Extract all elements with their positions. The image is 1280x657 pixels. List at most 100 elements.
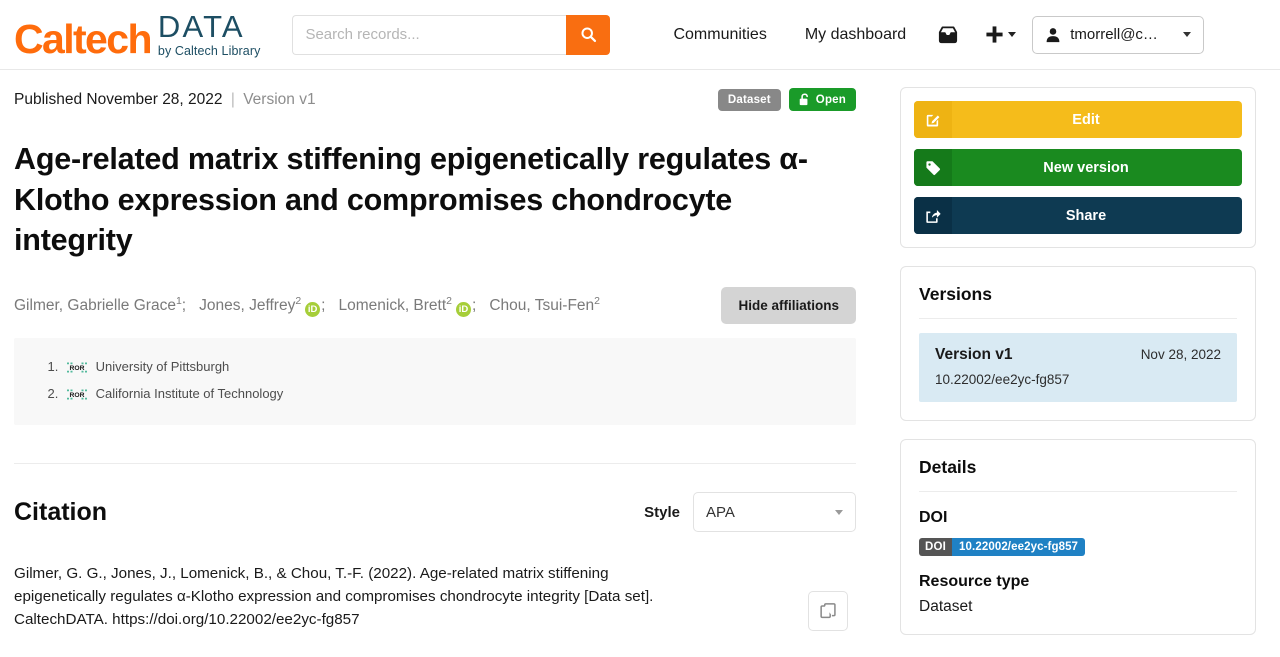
chevron-down-icon [1182, 32, 1191, 37]
doi-badge-key: DOI [919, 538, 953, 556]
tag-icon [914, 149, 952, 186]
author-affiliation-ref: 1 [175, 294, 182, 307]
record-meta-row: Published November 28, 2022 | Version v1… [14, 88, 856, 111]
user-menu-label: tmorrell@c… [1070, 26, 1158, 43]
resource-type-value: Dataset [919, 598, 973, 615]
author-affiliation-ref: 2 [446, 294, 453, 307]
card-rule [919, 491, 1237, 492]
logo-tagline: by Caltech Library [157, 43, 261, 58]
details-card: Details DOI DOI 10.22002/ee2yc-fg857 Res… [900, 439, 1256, 635]
doi-badge[interactable]: DOI 10.22002/ee2yc-fg857 [919, 538, 1086, 556]
author-name: Lomenick, Brett [338, 296, 447, 314]
page-body: Published November 28, 2022 | Version v1… [0, 70, 1280, 653]
create-button[interactable] [971, 25, 1026, 44]
details-card-title: Details [919, 457, 977, 477]
author-affiliation-ref: 2 [594, 294, 600, 307]
version-name: Version v1 [935, 346, 1013, 363]
svg-text:ROR: ROR [70, 392, 85, 399]
authors-row: Gilmer, Gabrielle Grace1; Jones, Jeffrey2… [14, 286, 856, 324]
citation-style-select[interactable]: APA [693, 492, 856, 533]
nav-item-communities[interactable]: Communities [654, 26, 785, 44]
ror-icon: ROR [67, 389, 87, 400]
published-date: Published November 28, 2022 [14, 90, 223, 108]
site-logo[interactable]: Caltech DATA by Caltech Library [14, 8, 261, 62]
access-status-badge: Open [788, 88, 856, 111]
site-header: Caltech DATA by Caltech Library Communit… [0, 0, 1280, 70]
record-actions-card: Edit New version Share [900, 87, 1256, 248]
svg-text:ROR: ROR [70, 365, 85, 372]
author-name: Jones, Jeffrey [199, 296, 296, 314]
search-button[interactable] [566, 14, 611, 55]
affiliation-name: California Institute of Technology [95, 385, 284, 401]
affiliation-name: University of Pittsburgh [95, 358, 230, 374]
author-item[interactable]: Chou, Tsui-Fen2 [489, 294, 600, 314]
inbox-icon [939, 25, 958, 43]
search-box [292, 14, 611, 55]
affiliations-list: ROR University of Pittsburgh ROR Califor… [14, 358, 856, 403]
version-doi: 10.22002/ee2yc-fg857 [935, 372, 1070, 387]
citation-heading: Citation [14, 497, 108, 526]
chevron-down-icon [1008, 32, 1017, 37]
chevron-down-icon [835, 509, 843, 515]
versions-card-title: Versions [919, 284, 992, 304]
affiliation-item: ROR University of Pittsburgh [62, 358, 856, 376]
main-nav: Communities My dashboard tmorrell@c… [654, 15, 1204, 54]
record-title: Age-related matrix stiffening epigenetic… [14, 142, 808, 258]
share-button[interactable]: Share [914, 197, 1242, 234]
doi-label: DOI [919, 509, 948, 526]
affiliations-panel: ROR University of Pittsburgh ROR Califor… [14, 337, 856, 426]
logo-data-text: DATA [157, 8, 245, 44]
share-icon [914, 197, 952, 234]
user-icon [1046, 27, 1060, 42]
search-input[interactable] [292, 14, 567, 55]
share-button-label: Share [1065, 207, 1107, 224]
author-item[interactable]: Lomenick, Brett2iD [338, 294, 472, 317]
section-divider [14, 463, 856, 465]
new-version-button-label: New version [1043, 159, 1129, 176]
edit-button-label: Edit [1072, 111, 1100, 128]
author-affiliation-ref: 2 [295, 294, 302, 307]
citation-text: Gilmer, G. G., Jones, J., Lomenick, B., … [14, 565, 654, 629]
citation-body: Gilmer, G. G., Jones, J., Lomenick, B., … [14, 562, 856, 632]
citation-style-value: APA [706, 503, 735, 521]
logo-caltech-text: Caltech [14, 15, 153, 62]
resource-type-label: Resource type [919, 573, 1030, 590]
author-name: Chou, Tsui-Fen [489, 296, 595, 314]
publication-meta: Published November 28, 2022 | Version v1 [14, 91, 316, 109]
hide-affiliations-button[interactable]: Hide affiliations [721, 286, 856, 324]
record-sidebar: Edit New version Share Versions Version … [900, 70, 1256, 653]
inbox-button[interactable] [925, 25, 971, 45]
doi-badge-value: 10.22002/ee2yc-fg857 [952, 538, 1086, 556]
orcid-icon[interactable]: iD [305, 301, 321, 317]
author-separator: ; [181, 296, 187, 314]
author-name: Gilmer, Gabrielle Grace [14, 296, 176, 314]
citation-header: Citation Style APA [14, 492, 856, 533]
citation-style-label: Style [644, 503, 680, 521]
copy-citation-button[interactable] [808, 591, 848, 632]
access-status-label: Open [815, 93, 846, 106]
version-item[interactable]: Version v1 Nov 28, 2022 10.22002/ee2yc-f… [919, 333, 1237, 402]
user-menu-button[interactable]: tmorrell@c… [1032, 15, 1204, 54]
author-separator: ; [472, 296, 477, 314]
author-item[interactable]: Jones, Jeffrey2iD [199, 294, 321, 317]
ror-icon: ROR [67, 362, 87, 373]
orcid-icon[interactable]: iD [456, 301, 472, 317]
authors-list: Gilmer, Gabrielle Grace1; Jones, Jeffrey2… [14, 293, 600, 317]
card-rule [919, 318, 1237, 319]
edit-button[interactable]: Edit [914, 101, 1242, 138]
author-item[interactable]: Gilmer, Gabrielle Grace1 [14, 294, 182, 314]
meta-separator: | [230, 90, 235, 108]
record-version: Version v1 [243, 90, 316, 108]
citation-style-control: Style APA [644, 492, 856, 533]
version-date: Nov 28, 2022 [1140, 347, 1221, 362]
copy-icon [819, 602, 836, 618]
unlock-icon [799, 93, 808, 106]
new-version-button[interactable]: New version [914, 149, 1242, 186]
plus-icon [986, 26, 1003, 43]
edit-icon [914, 101, 952, 138]
affiliation-item: ROR California Institute of Technology [62, 385, 856, 403]
record-badges: Dataset Open [717, 88, 856, 111]
record-main-column: Published November 28, 2022 | Version v1… [14, 70, 856, 653]
search-icon [581, 27, 597, 43]
nav-item-my-dashboard[interactable]: My dashboard [786, 26, 925, 44]
